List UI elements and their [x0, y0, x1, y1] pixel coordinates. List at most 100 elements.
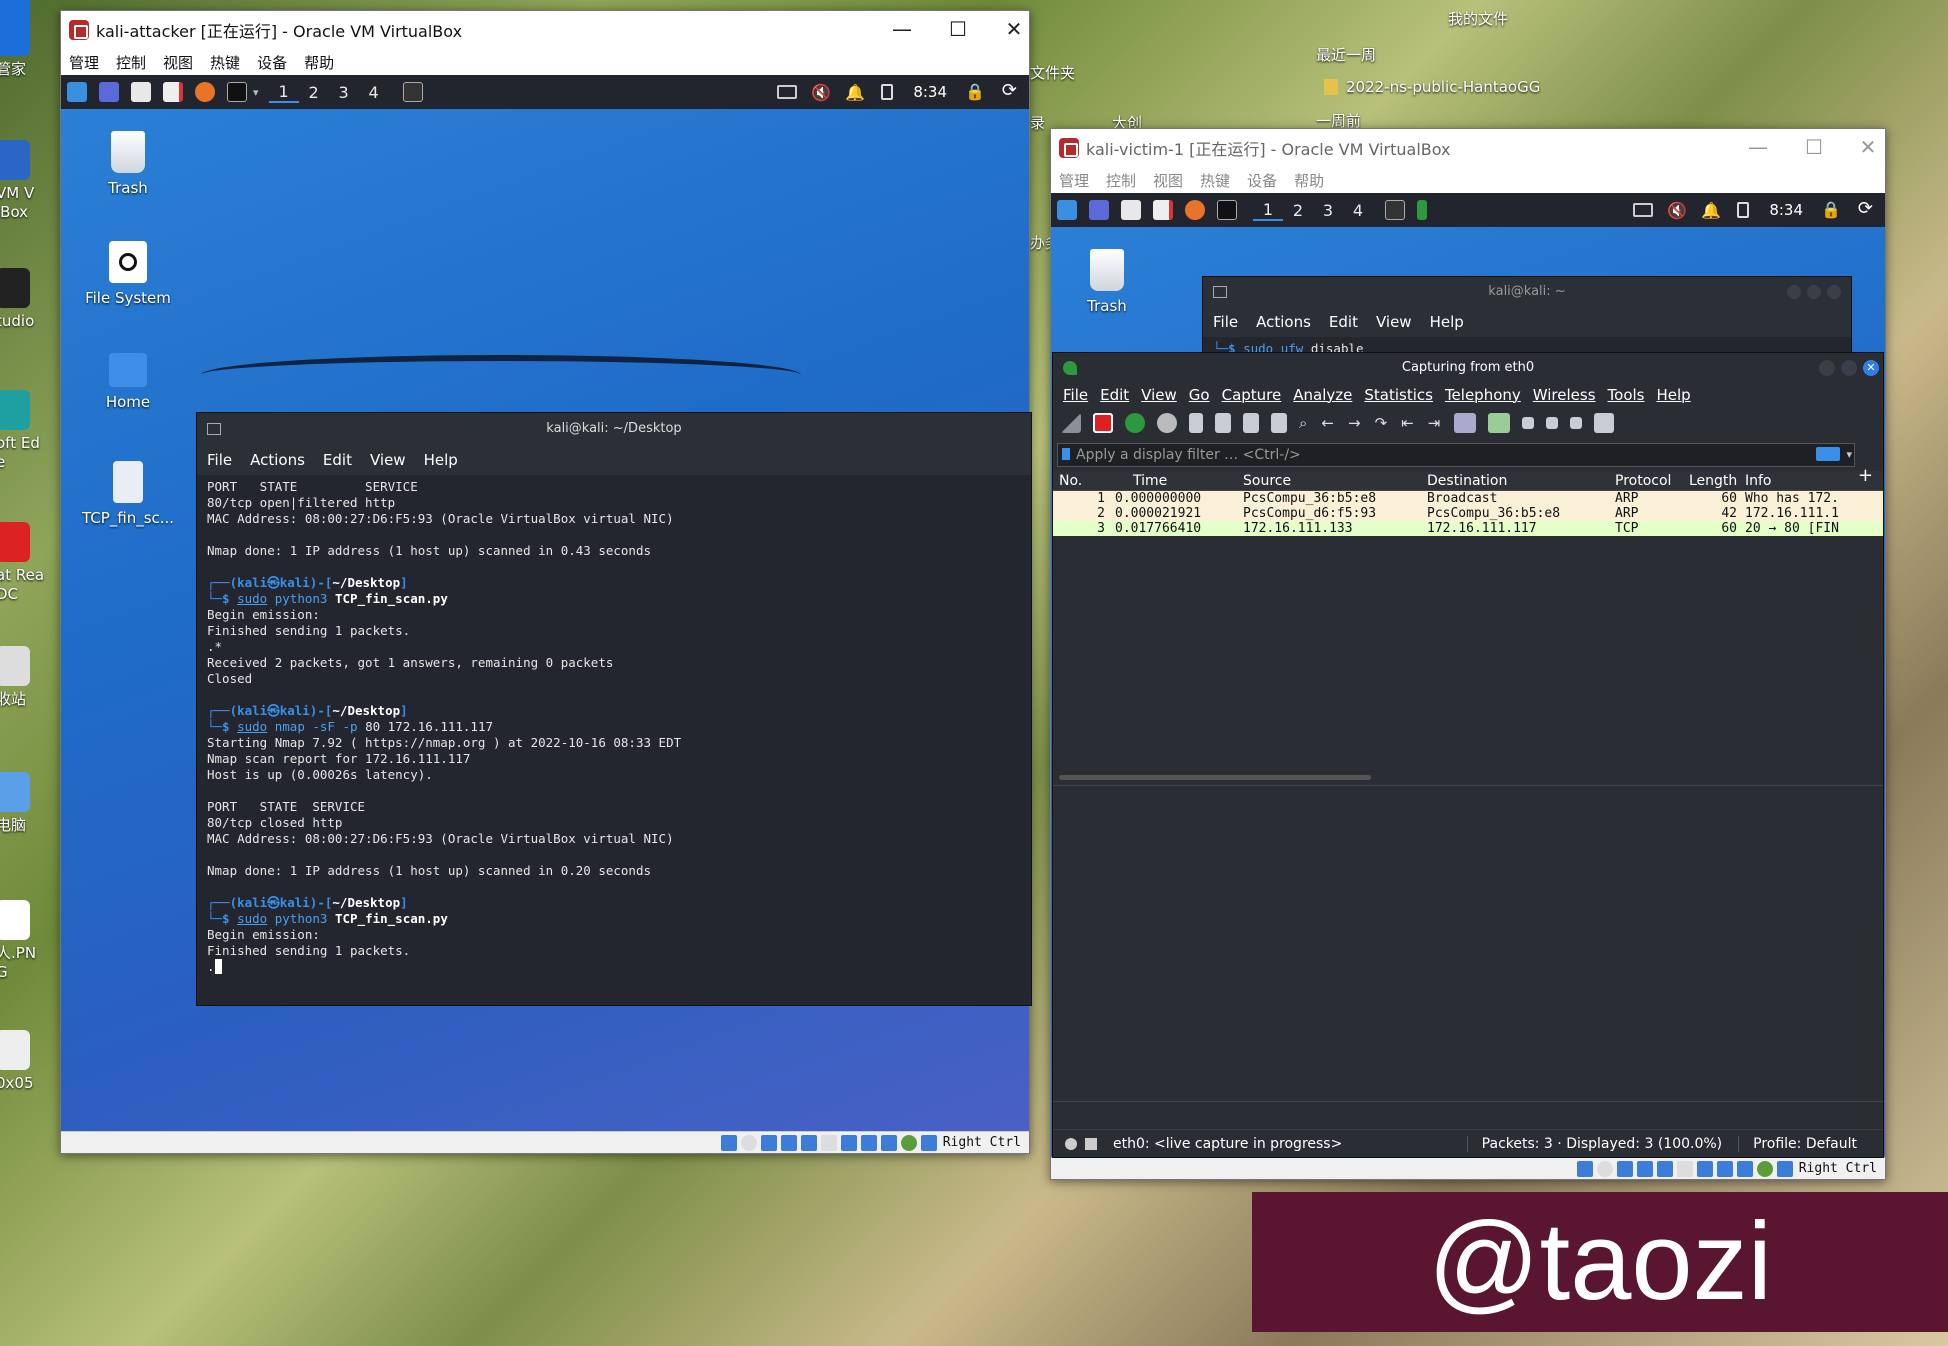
gear-icon[interactable] — [1157, 413, 1177, 433]
wireshark-fin-icon[interactable] — [1417, 200, 1427, 220]
bookmark-icon[interactable] — [1062, 448, 1070, 460]
h-scrollbar[interactable] — [1053, 775, 1883, 783]
colorize-icon[interactable] — [1488, 413, 1511, 433]
folder-icon[interactable] — [1121, 200, 1141, 220]
restart-capture-icon[interactable] — [1125, 413, 1145, 433]
zoom-out-icon[interactable] — [1546, 417, 1559, 429]
col-source[interactable]: Source — [1237, 473, 1427, 489]
firefox-icon[interactable] — [1185, 200, 1205, 220]
desktop-tcp-script[interactable]: TCP_fin_sc... — [73, 461, 183, 527]
desktop-trash[interactable]: Trash — [73, 131, 183, 197]
bell-icon[interactable]: 🔔 — [845, 83, 865, 102]
desktop-filesystem[interactable]: File System — [73, 241, 183, 307]
terminal-menu-edit[interactable]: Edit — [1329, 313, 1358, 331]
desktop-recent-file[interactable]: 2022-ns-public-HantaoGG — [1324, 78, 1540, 96]
panel-clock[interactable]: 8:34 — [913, 83, 947, 101]
keyboard-icon[interactable] — [920, 1134, 937, 1151]
panel-clock[interactable]: 8:34 — [1769, 201, 1803, 219]
desktop-left-icon-3[interactable]: oft Ed e — [0, 390, 56, 472]
col-length[interactable]: Length — [1689, 473, 1741, 489]
minimize-button[interactable]: — — [1743, 135, 1773, 159]
col-protocol[interactable]: Protocol — [1615, 473, 1689, 489]
desktop-left-icon-2[interactable]: tudio — [0, 268, 56, 331]
resize-columns-icon[interactable] — [1594, 413, 1615, 433]
menu-hotkey[interactable]: 热键 — [1200, 170, 1230, 191]
col-destination[interactable]: Destination — [1427, 473, 1615, 489]
desktop-trash[interactable]: Trash — [1057, 249, 1157, 315]
zoom-in-icon[interactable] — [1522, 417, 1535, 429]
kali-menu-icon[interactable] — [67, 82, 87, 102]
desktop-left-icon-7[interactable]: 人.PN G — [0, 900, 56, 982]
network-icon[interactable] — [1636, 1160, 1653, 1177]
search-icon[interactable]: ⌕ — [1299, 414, 1307, 432]
workspace-3[interactable]: 3 — [1313, 201, 1343, 220]
close-button[interactable]: ✕ — [1863, 360, 1879, 376]
workspace-2[interactable]: 2 — [299, 83, 329, 102]
attacker-titlebar[interactable]: kali-attacker [正在运行] - Oracle VM Virtual… — [61, 11, 1029, 49]
col-time[interactable]: Time — [1109, 473, 1237, 489]
recording-icon[interactable] — [1716, 1160, 1733, 1177]
audio-icon[interactable] — [1616, 1160, 1633, 1177]
minimize-button[interactable] — [1819, 360, 1835, 376]
terminal-titlebar[interactable]: kali@kali: ~ — [1203, 277, 1851, 307]
close-button[interactable]: ✕ — [999, 17, 1029, 41]
vt-icon[interactable] — [1736, 1160, 1753, 1177]
victim-titlebar[interactable]: kali-victim-1 [正在运行] - Oracle VM Virtual… — [1051, 129, 1885, 167]
attacker-terminal[interactable]: kali@kali: ~/Desktop File Actions Edit V… — [196, 412, 1032, 1006]
display-icon[interactable] — [777, 85, 797, 99]
desktop-left-icon-5[interactable]: 收站 — [0, 646, 56, 709]
display-status-icon[interactable] — [840, 1134, 857, 1151]
folder-icon[interactable] — [131, 82, 151, 102]
chevron-down-icon[interactable]: ▾ — [1846, 444, 1852, 466]
desktop-left-icon-4[interactable]: at Rea DC — [0, 522, 56, 604]
maximize-button[interactable] — [1807, 285, 1821, 299]
desktop-left-icon-8[interactable]: 0x05 — [0, 1030, 56, 1093]
taskbar-terminal-icon[interactable] — [1385, 200, 1405, 220]
mute-icon[interactable]: 🔇 — [1667, 201, 1687, 220]
ws-menu-go[interactable]: Go — [1189, 386, 1210, 404]
audio-icon[interactable] — [760, 1134, 777, 1151]
mute-icon[interactable]: 🔇 — [811, 83, 831, 102]
apply-filter-icon[interactable] — [1816, 447, 1840, 461]
maximize-button[interactable]: ☐ — [1799, 135, 1829, 159]
terminal-menu-file[interactable]: File — [1213, 313, 1238, 331]
terminal-icon[interactable] — [1217, 200, 1237, 220]
goto-packet-icon[interactable]: ↷ — [1375, 414, 1388, 432]
menu-view[interactable]: 视图 — [1153, 170, 1183, 191]
desktop-icon[interactable] — [99, 82, 119, 102]
packet-list[interactable]: 1 0.000000000 PcsCompu_36:b5:e8 Broadcast AR… — [1053, 491, 1883, 536]
desktop-folder-label[interactable]: 文件夹 — [1030, 62, 1075, 83]
desktop-left-icon-6[interactable]: 电脑 — [0, 772, 56, 835]
desktop-left-icon-0[interactable]: 管家 — [0, 16, 56, 79]
terminal-icon[interactable] — [227, 82, 247, 102]
workspace-4[interactable]: 4 — [359, 83, 389, 102]
battery-icon[interactable] — [881, 84, 893, 100]
battery-icon[interactable] — [1737, 202, 1749, 218]
autoscroll-icon[interactable] — [1454, 413, 1477, 433]
terminal-menu-view[interactable]: View — [370, 451, 406, 469]
close-button[interactable]: ✕ — [1853, 135, 1883, 159]
network-icon[interactable] — [780, 1134, 797, 1151]
last-packet-icon[interactable]: ⇥ — [1428, 414, 1441, 432]
text-editor-icon[interactable] — [1153, 200, 1173, 220]
menu-hotkey[interactable]: 热键 — [210, 52, 240, 73]
display-status-icon[interactable] — [1696, 1160, 1713, 1177]
ws-menu-tools[interactable]: Tools — [1608, 386, 1645, 404]
menu-help[interactable]: 帮助 — [1294, 170, 1324, 191]
menu-devices[interactable]: 设备 — [1247, 170, 1277, 191]
mouse-integration-icon[interactable] — [1756, 1160, 1773, 1177]
menu-help[interactable]: 帮助 — [304, 52, 334, 73]
maximize-button[interactable]: ☐ — [943, 17, 973, 41]
vt-icon[interactable] — [880, 1134, 897, 1151]
ws-menu-wireless[interactable]: Wireless — [1533, 386, 1596, 404]
save-file-icon[interactable] — [1215, 413, 1231, 433]
keyboard-icon[interactable] — [1776, 1160, 1793, 1177]
stop-capture-icon[interactable] — [1093, 413, 1113, 433]
workspace-2[interactable]: 2 — [1283, 201, 1313, 220]
close-file-icon[interactable] — [1243, 413, 1259, 433]
mouse-integration-icon[interactable] — [900, 1134, 917, 1151]
kali-menu-icon[interactable] — [1057, 200, 1077, 220]
desktop-left-icon-1[interactable]: VM V lBox — [0, 140, 56, 222]
ws-menu-analyze[interactable]: Analyze — [1293, 386, 1352, 404]
h-scrollbar-thumb[interactable] — [1059, 775, 1371, 780]
